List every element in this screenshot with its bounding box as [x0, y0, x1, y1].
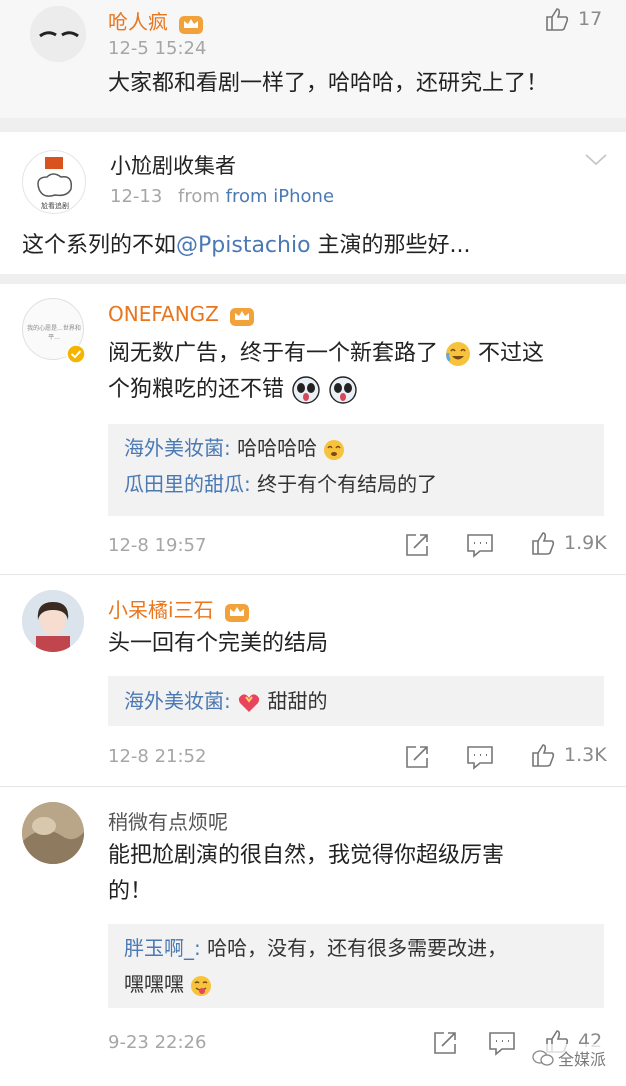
reply-box[interactable]: 海外美妆菌: 甜甜的 — [108, 676, 604, 726]
timestamp: 12-13 — [110, 186, 163, 207]
panda-emoji-icon — [329, 376, 357, 404]
reply-username[interactable]: 海外美妆菌: — [124, 689, 231, 713]
username[interactable]: 小尬剧收集者 — [110, 150, 236, 180]
comment-text: 这个系列的不如@Ppistachio 主演的那些好... — [22, 228, 471, 264]
reply-text: 嘿嘿嘿 — [124, 972, 184, 996]
divider — [0, 574, 626, 575]
watermark: 全媒派 — [528, 1044, 611, 1072]
reply-username[interactable]: 胖玉啊_: — [124, 936, 201, 960]
text-part: 这个系列的不如 — [22, 233, 177, 258]
reply-text: 甜甜的 — [267, 689, 328, 713]
panda-emoji-icon — [292, 376, 320, 404]
heart-gift-icon — [238, 693, 260, 712]
avatar-caption: 我的心愿是...世界和平... — [27, 325, 81, 341]
avatar-caption: 尬看追剧 — [41, 202, 69, 210]
face-avatar-icon — [30, 6, 86, 62]
avatar[interactable] — [22, 802, 84, 864]
tongue-emoji-icon — [191, 975, 212, 996]
like-count: 1.9K — [564, 532, 607, 554]
reply-item: 瓜田里的甜瓜: 终于有个有结局的了 — [124, 466, 588, 502]
like-button[interactable]: 1.3K — [530, 742, 607, 768]
avatar[interactable]: 尬看追剧 — [22, 150, 86, 214]
comment-text: 阅无数广告，终于有一个新套路了 不过这 — [108, 336, 544, 372]
reply-item: 海外美妆菌: 甜甜的 — [124, 683, 588, 719]
repost-icon[interactable] — [432, 1030, 458, 1056]
comment-text: 头一回有个完美的结局 — [108, 631, 329, 656]
timestamp: 9-23 22:26 — [108, 1032, 207, 1053]
like-button[interactable]: 1.9K — [530, 530, 607, 556]
text-part: 阅无数广告，终于有一个新套路了 — [108, 341, 439, 366]
avatar[interactable] — [22, 590, 84, 652]
divider — [0, 118, 626, 132]
username-text: ONEFANGZ — [108, 302, 219, 326]
repost-icon[interactable] — [404, 744, 430, 770]
like-count: 1.3K — [564, 744, 607, 766]
reply-item-line2: 嘿嘿嘿 — [124, 966, 588, 1002]
vip-crown-icon — [179, 15, 204, 34]
reply-username[interactable]: 瓜田里的甜瓜: — [124, 472, 251, 496]
wechat-icon — [532, 1050, 554, 1066]
reply-text: 哈哈，没有，还有很多需要改进， — [207, 936, 508, 960]
divider — [0, 786, 626, 787]
comment-icon[interactable] — [466, 744, 494, 770]
like-button[interactable]: 17 — [544, 6, 602, 32]
reply-text: 哈哈哈哈 — [237, 436, 318, 460]
repost-icon[interactable] — [404, 532, 430, 558]
divider — [0, 274, 626, 284]
text-part: 不过这 — [478, 341, 545, 366]
text-part: 主演的那些好... — [310, 233, 471, 258]
username-text: 呛人疯 — [108, 10, 168, 34]
reply-item: 胖玉啊_: 哈哈，没有，还有很多需要改进， — [124, 930, 588, 966]
watermark-text: 全媒派 — [558, 1050, 607, 1069]
girl-avatar-icon — [22, 590, 84, 652]
source-link[interactable]: from iPhone — [226, 186, 334, 207]
verified-badge-icon — [66, 344, 86, 364]
username-text: 小呆橘i三石 — [108, 598, 214, 622]
username[interactable]: 稍微有点烦呢 — [108, 806, 228, 835]
comment-text-line2: 个狗粮吃的还不错 — [108, 372, 358, 408]
comment-text: 大家都和看剧一样了，哈哈哈，还研究上了！ — [108, 71, 549, 96]
photo-avatar-icon — [22, 802, 84, 864]
thumbs-up-icon — [532, 744, 555, 767]
like-count: 17 — [578, 8, 603, 30]
reply-text: 终于有个有结局的了 — [257, 472, 438, 496]
vip-crown-icon — [224, 603, 249, 622]
smile-emoji-icon — [324, 439, 345, 460]
vip-crown-icon — [230, 307, 255, 326]
source-prefix: from — [178, 186, 220, 207]
mention-link[interactable]: @Ppistachio — [176, 233, 311, 258]
post-meta: 12-13 from from iPhone — [110, 186, 334, 207]
reply-box[interactable]: 海外美妆菌: 哈哈哈哈 瓜田里的甜瓜: 终于有个有结局的了 — [108, 424, 604, 516]
comment-icon[interactable] — [466, 532, 494, 558]
username[interactable]: ONEFANGZ — [108, 302, 255, 327]
timestamp: 12-8 19:57 — [108, 535, 207, 556]
timestamp: 12-5 15:24 — [108, 38, 207, 59]
reply-username[interactable]: 海外美妆菌: — [124, 436, 231, 460]
comment-icon[interactable] — [488, 1030, 516, 1056]
avatar[interactable] — [30, 6, 86, 62]
reply-box[interactable]: 胖玉啊_: 哈哈，没有，还有很多需要改进， 嘿嘿嘿 — [108, 924, 604, 1008]
text-part: 个狗粮吃的还不错 — [108, 377, 285, 402]
comment-text-line2: 的！ — [108, 879, 153, 904]
timestamp: 12-8 21:52 — [108, 746, 207, 767]
username[interactable]: 呛人疯 — [108, 6, 204, 35]
thumbs-up-icon — [546, 8, 569, 31]
comment-text: 能把尬剧演的很自然，我觉得你超级厉害 — [108, 843, 505, 868]
thumbs-up-icon — [532, 532, 555, 555]
chevron-down-icon[interactable] — [584, 152, 608, 168]
reply-item: 海外美妆菌: 哈哈哈哈 — [124, 430, 588, 466]
laugh-cry-emoji-icon — [446, 342, 471, 366]
username[interactable]: 小呆橘i三石 — [108, 594, 250, 623]
